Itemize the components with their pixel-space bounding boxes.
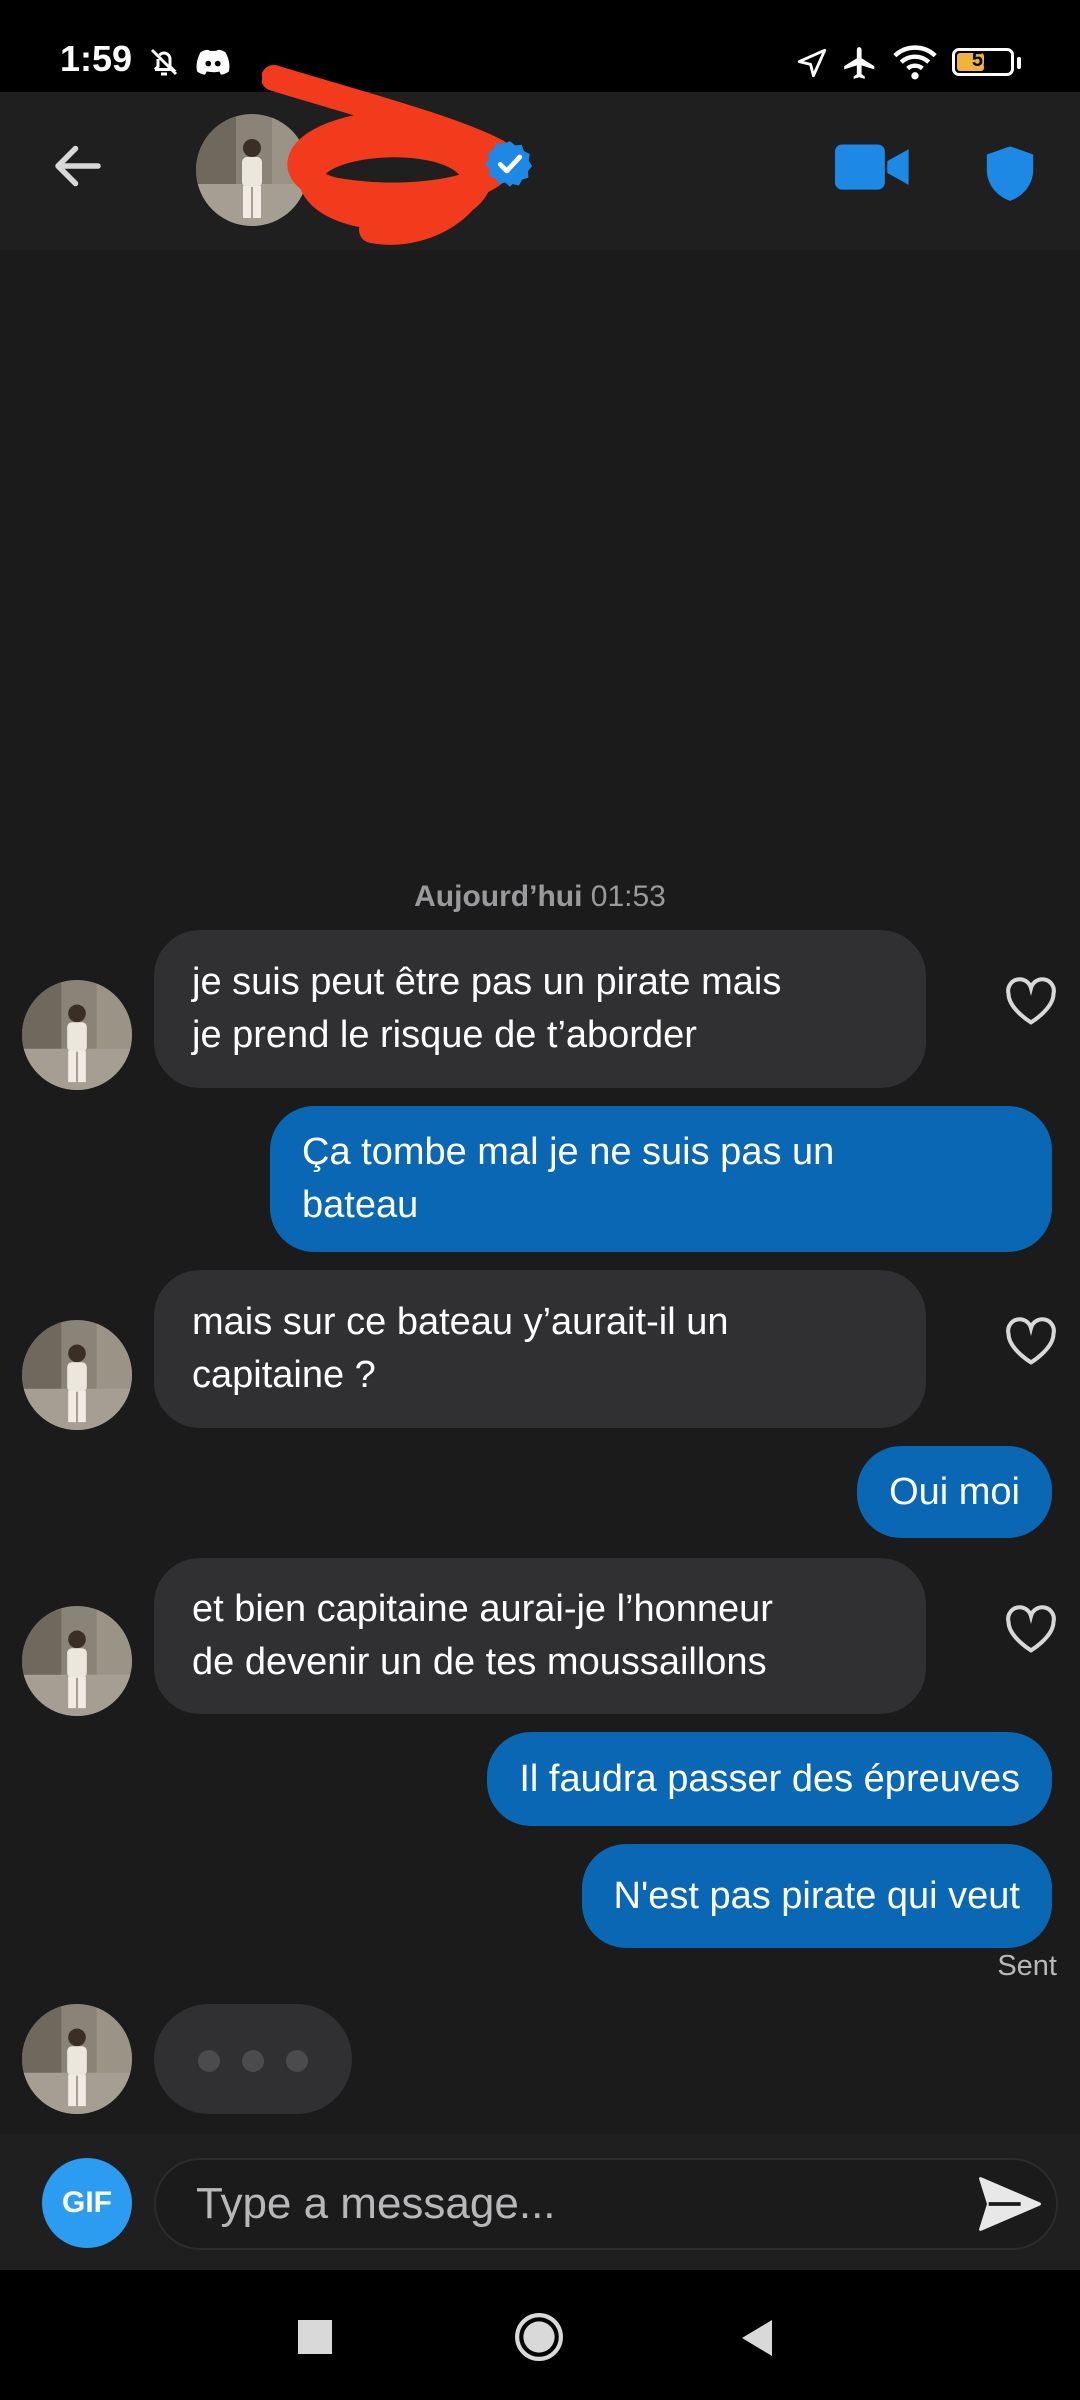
- typing-dot: [198, 2050, 220, 2072]
- message-text: et bien capitaine aurai-je l’honneur de …: [192, 1583, 773, 1689]
- contact-avatar-small[interactable]: [22, 1606, 132, 1716]
- heart-icon[interactable]: [1004, 1316, 1058, 1366]
- send-icon[interactable]: [978, 2176, 1042, 2232]
- contact-avatar-small[interactable]: [22, 980, 132, 1090]
- avatar-photo: [22, 2004, 132, 2114]
- message-line: je suis peut être pas un pirate mais: [192, 961, 782, 1003]
- message-input[interactable]: [154, 2158, 1058, 2250]
- delivery-status: Sent: [997, 1950, 1057, 1982]
- date-separator: Aujourd’hui 01:53: [0, 880, 1080, 914]
- message-bubble-incoming[interactable]: et bien capitaine aurai-je l’honneur de …: [154, 1558, 926, 1714]
- message-text: N'est pas pirate qui veut: [613, 1874, 1020, 1917]
- date-label: Aujourd’hui: [414, 880, 583, 913]
- battery-icon: 52: [952, 48, 1014, 76]
- message-line: capitaine ?: [192, 1354, 376, 1396]
- arrow-left-icon[interactable]: [48, 136, 108, 196]
- location-icon: [797, 48, 827, 78]
- video-camera-icon[interactable]: [835, 142, 911, 192]
- message-text: je suis peut être pas un pirate mais je …: [192, 956, 781, 1062]
- battery-tip: [1017, 57, 1021, 69]
- typing-dot: [242, 2050, 264, 2072]
- message-bubble-incoming[interactable]: je suis peut être pas un pirate mais je …: [154, 930, 926, 1088]
- message-bubble-incoming[interactable]: mais sur ce bateau y’aurait-il un capita…: [154, 1270, 926, 1428]
- shield-icon[interactable]: [982, 144, 1038, 202]
- avatar-photo: [22, 1606, 132, 1716]
- wifi-icon: [893, 45, 937, 80]
- redaction-scribble: [262, 65, 514, 245]
- chat-header: [0, 65, 1080, 250]
- contact-avatar-small[interactable]: [22, 1320, 132, 1430]
- verified-badge-icon: [485, 141, 533, 187]
- message-bubble-outgoing[interactable]: N'est pas pirate qui veut: [581, 1844, 1052, 1948]
- typing-indicator: [154, 2004, 352, 2114]
- bell-off-icon: [150, 48, 178, 76]
- message-line: Ça tombe mal je ne suis pas un: [302, 1131, 835, 1173]
- message-line: je prend le risque de t’aborder: [192, 1014, 697, 1056]
- message-bubble-outgoing[interactable]: Oui moi: [857, 1446, 1052, 1538]
- back-triangle-icon[interactable]: [740, 2318, 776, 2358]
- avatar-photo: [22, 980, 132, 1090]
- typing-dot: [286, 2050, 308, 2072]
- gif-button[interactable]: GIF: [42, 2158, 132, 2248]
- message-line: mais sur ce bateau y’aurait-il un: [192, 1301, 729, 1343]
- recents-square-icon[interactable]: [298, 2320, 332, 2354]
- contact-avatar-small[interactable]: [22, 2004, 132, 2114]
- discord-icon: [196, 49, 230, 75]
- message-text: Il faudra passer des épreuves: [519, 1757, 1020, 1800]
- status-bar: 1:59 52: [0, 0, 1080, 92]
- date-time: 01:53: [590, 880, 666, 913]
- airplane-icon: [844, 47, 875, 79]
- battery-percent: 52: [971, 49, 995, 71]
- message-bubble-outgoing[interactable]: Il faudra passer des épreuves: [487, 1732, 1052, 1826]
- message-bubble-outgoing[interactable]: Ça tombe mal je ne suis pas un bateau: [270, 1106, 1052, 1252]
- message-text: mais sur ce bateau y’aurait-il un capita…: [192, 1296, 728, 1402]
- message-line: bateau: [302, 1184, 419, 1226]
- message-text: Oui moi: [889, 1470, 1020, 1513]
- message-line: de devenir un de tes moussaillons: [192, 1641, 767, 1683]
- heart-icon[interactable]: [1004, 976, 1058, 1026]
- heart-icon[interactable]: [1004, 1604, 1058, 1654]
- avatar-photo: [22, 1320, 132, 1430]
- home-circle-icon[interactable]: [514, 2312, 564, 2362]
- message-text: Ça tombe mal je ne suis pas un bateau: [302, 1126, 834, 1232]
- message-line: et bien capitaine aurai-je l’honneur: [192, 1588, 773, 1630]
- status-time: 1:59: [60, 38, 133, 79]
